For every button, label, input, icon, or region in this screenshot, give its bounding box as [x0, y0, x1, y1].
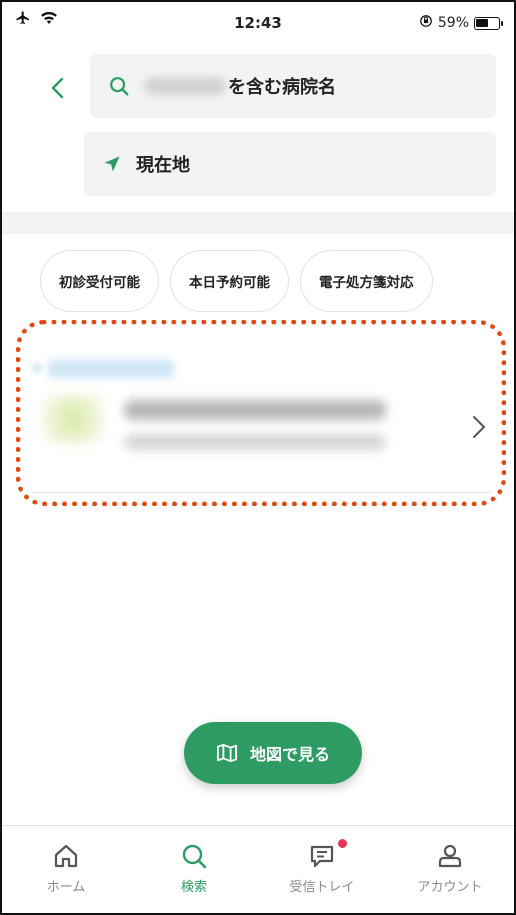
- card-divider: [32, 492, 492, 493]
- notification-badge: [337, 838, 349, 849]
- redacted-query-text: [144, 77, 226, 95]
- battery-fill: [476, 18, 488, 27]
- tab-inbox[interactable]: 受信トレイ: [258, 826, 386, 913]
- redacted-card-tag: [48, 360, 174, 378]
- battery-icon: [474, 16, 503, 30]
- tab-account[interactable]: アカウント: [386, 826, 514, 913]
- inbox-icon: [310, 845, 334, 868]
- tab-account-label: アカウント: [417, 880, 483, 895]
- back-button[interactable]: [40, 70, 76, 106]
- tab-search[interactable]: 検索: [130, 826, 258, 913]
- tab-search-label: 検索: [180, 880, 207, 895]
- search-icon: [182, 844, 207, 869]
- location-label: 現在地: [136, 155, 190, 176]
- search-query: を含む病院名: [144, 73, 336, 99]
- location-arrow-icon: [104, 156, 120, 172]
- search-icon: [110, 77, 129, 96]
- location-button[interactable]: 現在地: [84, 132, 496, 196]
- chevron-right-icon[interactable]: [466, 412, 492, 442]
- view-on-map-button[interactable]: 地図で見る: [184, 722, 362, 784]
- battery-percent: 59%: [437, 15, 469, 31]
- map-icon: [216, 743, 237, 763]
- filter-chip-same-day[interactable]: 本日予約可能: [170, 250, 289, 312]
- bottom-tab-bar: ホーム 検索 受信トレイ アカウント: [2, 825, 514, 913]
- section-divider: [2, 212, 514, 234]
- account-icon: [438, 844, 462, 868]
- filter-chip-first-visit[interactable]: 初診受付可能: [40, 250, 159, 312]
- tab-home-label: ホーム: [46, 880, 86, 895]
- status-bar: 12:43 59%: [2, 2, 514, 42]
- status-right: 59%: [419, 14, 503, 32]
- search-query-suffix: を含む病院名: [228, 77, 336, 98]
- tab-inbox-label: 受信トレイ: [289, 880, 355, 895]
- redacted-hospital-name: [124, 400, 386, 420]
- filter-chip-e-prescription[interactable]: 電子処方箋対応: [300, 250, 433, 312]
- chevron-left-icon: [51, 77, 64, 99]
- search-box[interactable]: を含む病院名: [90, 54, 496, 118]
- phone-screen: 12:43 59% を含む病院名 現在地 初診受付可能 本日予約可能 電子処方箋…: [0, 0, 516, 915]
- hospital-thumbnail: [42, 394, 104, 444]
- redacted-hospital-address: [124, 434, 386, 450]
- view-on-map-label: 地図で見る: [249, 745, 330, 764]
- orientation-lock-icon: [419, 14, 433, 32]
- card-tag-icon: [32, 363, 42, 373]
- tab-home[interactable]: ホーム: [2, 826, 130, 913]
- home-icon: [54, 844, 78, 868]
- filter-chips: 初診受付可能 本日予約可能 電子処方箋対応: [40, 250, 433, 312]
